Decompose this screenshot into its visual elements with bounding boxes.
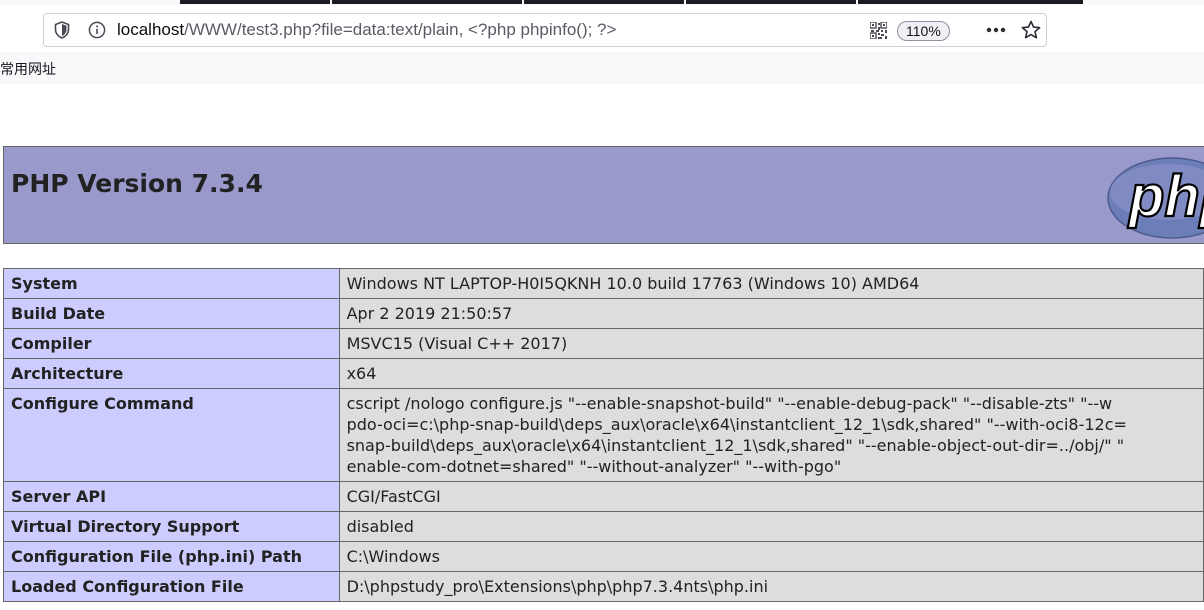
bookmark-folder[interactable]: 常用网址 — [0, 59, 56, 79]
value-line: CGI/FastCGI — [346, 487, 441, 506]
table-row: Loaded Configuration File D:\phpstudy_pro… — [3, 571, 1204, 602]
table-row: System Windows NT LAPTOP-H0I5QKNH 10.0 bu… — [3, 268, 1204, 299]
table-row: Configure Command cscript /nologo configu… — [3, 388, 1204, 482]
bookmarks-toolbar: 常用网址 — [0, 52, 1204, 85]
value-line: Windows NT LAPTOP-H0I5QKNH 10.0 build 17… — [346, 274, 920, 293]
tab[interactable] — [180, 0, 330, 4]
address-bar[interactable]: localhost/WWW/test3.php?file=data:text/p… — [43, 13, 1047, 47]
url-host: localhost — [117, 20, 185, 39]
value-line: D:\phpstudy_pro\Extensions\php\php7.3.4n… — [346, 577, 769, 596]
row-value: Apr 2 2019 21:50:57 — [338, 298, 1204, 329]
row-value: cscript /nologo configure.js "--enable-s… — [338, 388, 1204, 482]
row-key: Compiler — [3, 328, 340, 359]
row-value: MSVC15 (Visual C++ 2017) — [338, 328, 1204, 359]
php-header: PHP Version 7.3.4 php — [3, 146, 1204, 244]
row-value: x64 — [338, 358, 1204, 389]
row-value: disabled — [338, 511, 1204, 542]
page-title: PHP Version 7.3.4 — [11, 169, 263, 198]
qr-code-icon[interactable] — [868, 14, 888, 46]
php-logo: php — [1107, 157, 1204, 239]
value-line: Apr 2 2019 21:50:57 — [346, 304, 513, 323]
row-key: Loaded Configuration File — [3, 571, 340, 602]
tab[interactable] — [332, 0, 522, 4]
tab[interactable] — [858, 0, 1083, 4]
value-line: C:\Windows — [346, 547, 440, 566]
row-key: Server API — [3, 481, 340, 512]
url-text[interactable]: localhost/WWW/test3.php?file=data:text/p… — [117, 14, 616, 46]
table-row: Configuration File (php.ini) Path C:\Wind… — [3, 541, 1204, 572]
logo-text: php — [1127, 164, 1204, 229]
table-row: Build Date Apr 2 2019 21:50:57 — [3, 298, 1204, 329]
row-value: C:\Windows — [338, 541, 1204, 572]
value-line: enable-com-dotnet=shared" "--without-ana… — [346, 457, 842, 476]
table-row: Virtual Directory Support disabled — [3, 511, 1204, 542]
row-key: Configuration File (php.ini) Path — [3, 541, 340, 572]
tab[interactable] — [686, 0, 856, 4]
value-line: x64 — [346, 364, 377, 383]
zoom-level-button[interactable]: 110% — [897, 21, 950, 41]
row-key: Build Date — [3, 298, 340, 329]
value-line: pdo-oci=c:\php-snap-build\deps_aux\oracl… — [346, 415, 1127, 434]
value-line: MSVC15 (Visual C++ 2017) — [346, 334, 568, 353]
row-value: Windows NT LAPTOP-H0I5QKNH 10.0 build 17… — [338, 268, 1204, 299]
tab-strip — [0, 0, 1204, 5]
row-value: D:\phpstudy_pro\Extensions\php\php7.3.4n… — [338, 571, 1204, 602]
table-row: Server API CGI/FastCGI — [3, 481, 1204, 512]
row-value: CGI/FastCGI — [338, 481, 1204, 512]
row-key: Configure Command — [3, 388, 340, 482]
tab[interactable] — [524, 0, 684, 4]
page-content: PHP Version 7.3.4 php System Windows NT L… — [0, 84, 1204, 610]
table-row: Architecture x64 — [3, 358, 1204, 389]
value-line: disabled — [346, 517, 414, 536]
info-table: System Windows NT LAPTOP-H0I5QKNH 10.0 bu… — [3, 268, 1204, 602]
more-icon[interactable] — [984, 14, 1008, 46]
url-path: /WWW/test3.php?file=data:text/plain, <?p… — [184, 20, 617, 39]
star-icon[interactable] — [1019, 14, 1043, 46]
value-line: cscript /nologo configure.js "--enable-s… — [346, 394, 1113, 413]
row-key: Virtual Directory Support — [3, 511, 340, 542]
table-row: Compiler MSVC15 (Visual C++ 2017) — [3, 328, 1204, 359]
info-icon[interactable] — [86, 14, 108, 46]
value-line: snap-build\deps_aux\oracle\x64\instantcl… — [346, 436, 1125, 455]
row-key: Architecture — [3, 358, 340, 389]
row-key: System — [3, 268, 340, 299]
shield-icon[interactable] — [51, 14, 73, 46]
